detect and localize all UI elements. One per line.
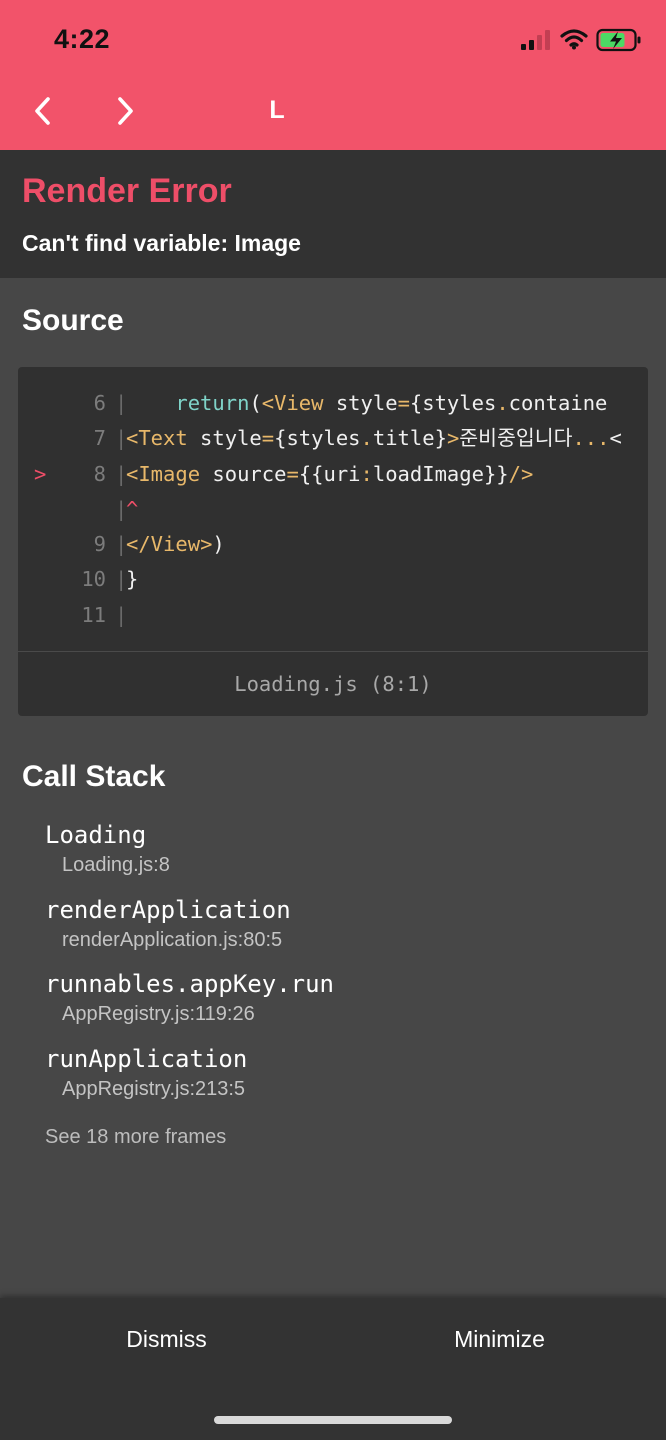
code-line: 11 | [18, 598, 648, 633]
call-stack-heading: Call Stack [22, 760, 166, 793]
cellular-signal-icon [521, 30, 550, 50]
error-line-marker: > [34, 461, 47, 486]
code-text: </View>) [126, 532, 225, 557]
frame-name: runnables.appKey.run [45, 970, 334, 998]
chevron-right-icon[interactable] [110, 94, 140, 128]
code-line: 7 | <Text style={styles.title}>준비중입니다...< [18, 421, 648, 456]
chevron-left-icon[interactable] [28, 94, 58, 128]
code-line: 6 | return(<View style={styles.containe [18, 386, 648, 421]
gutter-divider: | [115, 602, 128, 627]
code-text: } [126, 567, 139, 592]
header-bar: 4:22 L [0, 0, 666, 150]
line-number: 9 [93, 532, 106, 557]
error-title: Render Error [22, 172, 232, 210]
frame-name: runApplication [45, 1045, 248, 1073]
code-text: ^ [126, 496, 139, 521]
line-number: 8 [93, 461, 106, 486]
frame-name: renderApplication [45, 896, 291, 924]
line-number: 7 [93, 426, 106, 451]
stack-frame[interactable]: Loading Loading.js:8 [45, 820, 170, 880]
stack-frame[interactable]: runnables.appKey.run AppRegistry.js:119:… [45, 969, 334, 1029]
frame-name: Loading [45, 821, 147, 849]
code-line: 9 | </View>) [18, 527, 648, 562]
source-heading: Source [22, 304, 124, 337]
code-text: <Text style={styles.title}>준비중입니다...< [126, 426, 622, 451]
frame-file: AppRegistry.js:119:26 [62, 1003, 255, 1025]
frame-file: renderApplication.js:80:5 [62, 929, 283, 951]
code-line: >8 | <Image source={{uri:loadImage}}/> [18, 457, 648, 492]
code-text: return(<View style={styles.containe [175, 391, 608, 415]
code-line: | ^ [18, 492, 648, 527]
dismiss-button[interactable]: Dismiss [0, 1326, 333, 1362]
app-screen: 4:22 L Render Error Can't find variable:… [0, 0, 666, 1440]
line-number: 11 [81, 602, 106, 627]
minimize-button[interactable]: Minimize [333, 1326, 666, 1362]
error-summary: Render Error Can't find variable: Image [0, 150, 666, 278]
bottom-action-bar: Dismiss Minimize [0, 1298, 666, 1440]
code-line: 10 |} [18, 562, 648, 597]
stack-frame[interactable]: runApplication AppRegistry.js:213:5 [45, 1044, 247, 1104]
code-lines: 6 | return(<View style={styles.containe 7 |… [18, 386, 648, 646]
home-indicator[interactable] [214, 1416, 452, 1424]
see-more-frames-link[interactable]: See 18 more frames [45, 1126, 226, 1149]
line-number: 6 [93, 391, 106, 415]
stack-frame[interactable]: renderApplication renderApplication.js:8… [45, 895, 291, 955]
nav-title: L [269, 96, 285, 124]
line-number: 10 [81, 567, 106, 592]
error-message: Can't find variable: Image [22, 230, 301, 256]
frame-file: Loading.js:8 [62, 854, 170, 876]
code-text: <Image source={{uri:loadImage}}/> [126, 461, 534, 486]
wifi-icon [560, 29, 588, 50]
battery-charging-icon [596, 28, 641, 52]
status-time: 4:22 [54, 24, 111, 54]
code-frame[interactable]: 6 | return(<View style={styles.containe 7 |… [18, 367, 648, 716]
code-location: Loading.js (8:1) [18, 651, 648, 716]
frame-file: AppRegistry.js:213:5 [62, 1078, 246, 1100]
